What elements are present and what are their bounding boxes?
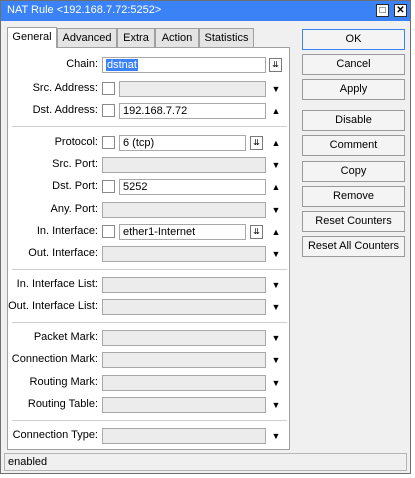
chain-field[interactable]: dstnat: [102, 57, 266, 73]
window-title: NAT Rule <192.168.7.72:5252>: [7, 4, 162, 16]
src-port-field[interactable]: [102, 157, 266, 173]
out-interface-label: Out. Interface:: [28, 247, 98, 259]
connection-mark-field[interactable]: [102, 352, 266, 368]
ok-button[interactable]: OK: [302, 29, 405, 50]
out-interface-list-expand-icon[interactable]: ▼: [271, 300, 281, 314]
status-bar: enabled: [4, 453, 407, 471]
any-port-label: Any. Port:: [50, 203, 98, 215]
remove-button[interactable]: Remove: [302, 186, 405, 207]
general-panel: Chain: dstnat ⇊ Src. Address: ▼ Dst. Add…: [7, 47, 290, 450]
apply-button[interactable]: Apply: [302, 79, 405, 100]
restore-icon[interactable]: □: [376, 4, 389, 17]
reset-all-counters-button[interactable]: Reset All Counters: [302, 236, 405, 257]
packet-mark-label: Packet Mark:: [33, 331, 98, 343]
connection-mark-label: Connection Mark:: [11, 353, 98, 365]
dst-address-label: Dst. Address:: [32, 104, 98, 116]
reset-counters-button[interactable]: Reset Counters: [302, 211, 405, 232]
src-address-label: Src. Address:: [32, 82, 98, 94]
chain-dropdown-icon[interactable]: ⇊: [269, 58, 282, 72]
in-interface-list-label: In. Interface List:: [16, 278, 98, 290]
tab-statistics[interactable]: Statistics: [199, 28, 254, 47]
connection-type-expand-icon[interactable]: ▼: [271, 429, 281, 443]
out-interface-list-label: Out. Interface List:: [8, 300, 98, 312]
chain-label: Chain:: [66, 58, 98, 70]
protocol-collapse-icon[interactable]: ▲: [271, 136, 281, 150]
connection-mark-expand-icon[interactable]: ▼: [271, 353, 281, 367]
protocol-label: Protocol:: [54, 136, 98, 148]
src-port-label: Src. Port:: [52, 158, 98, 170]
out-interface-list-field[interactable]: [102, 299, 266, 315]
in-interface-field[interactable]: ether1-Internet: [119, 224, 246, 240]
tab-extra[interactable]: Extra: [117, 28, 155, 47]
comment-button[interactable]: Comment: [302, 135, 405, 156]
divider: [12, 269, 287, 270]
src-address-negate-checkbox[interactable]: [102, 82, 115, 95]
routing-mark-label: Routing Mark:: [29, 376, 98, 388]
dst-port-label: Dst. Port:: [52, 180, 98, 192]
routing-mark-expand-icon[interactable]: ▼: [271, 376, 281, 390]
connection-type-field[interactable]: [102, 428, 266, 444]
title-bar[interactable]: NAT Rule <192.168.7.72:5252> □ ✕: [1, 1, 410, 21]
routing-mark-field[interactable]: [102, 375, 266, 391]
out-interface-expand-icon[interactable]: ▼: [271, 247, 281, 261]
divider: [12, 420, 287, 421]
in-interface-collapse-icon[interactable]: ▲: [271, 225, 281, 239]
tab-general[interactable]: General: [7, 27, 57, 48]
src-address-field[interactable]: [119, 81, 266, 97]
src-port-expand-icon[interactable]: ▼: [271, 158, 281, 172]
in-interface-dropdown-icon[interactable]: ⇊: [250, 225, 263, 239]
packet-mark-field[interactable]: [102, 330, 266, 346]
divider: [12, 322, 287, 323]
in-interface-negate-checkbox[interactable]: [102, 225, 115, 238]
disable-button[interactable]: Disable: [302, 110, 405, 131]
chain-value: dstnat: [106, 59, 138, 71]
dst-port-collapse-icon[interactable]: ▲: [271, 180, 281, 194]
routing-table-field[interactable]: [102, 397, 266, 413]
connection-type-label: Connection Type:: [12, 429, 98, 441]
out-interface-field[interactable]: [102, 246, 266, 262]
dst-port-negate-checkbox[interactable]: [102, 180, 115, 193]
copy-button[interactable]: Copy: [302, 161, 405, 182]
tab-advanced[interactable]: Advanced: [57, 28, 117, 47]
cancel-button[interactable]: Cancel: [302, 54, 405, 75]
in-interface-label: In. Interface:: [36, 225, 98, 237]
in-interface-list-expand-icon[interactable]: ▼: [271, 278, 281, 292]
any-port-field[interactable]: [102, 202, 266, 218]
close-icon[interactable]: ✕: [394, 4, 407, 17]
dst-port-field[interactable]: 5252: [119, 179, 266, 195]
divider: [12, 126, 287, 127]
routing-table-label: Routing Table:: [27, 398, 98, 410]
dst-address-collapse-icon[interactable]: ▲: [271, 104, 281, 118]
in-interface-list-field[interactable]: [102, 277, 266, 293]
any-port-expand-icon[interactable]: ▼: [271, 203, 281, 217]
nat-rule-dialog: NAT Rule <192.168.7.72:5252> □ ✕ General…: [0, 0, 411, 474]
dst-address-field[interactable]: 192.168.7.72: [119, 103, 266, 119]
protocol-dropdown-icon[interactable]: ⇊: [250, 136, 263, 150]
src-address-expand-icon[interactable]: ▼: [271, 82, 281, 96]
tab-action[interactable]: Action: [155, 28, 199, 47]
dst-address-negate-checkbox[interactable]: [102, 104, 115, 117]
packet-mark-expand-icon[interactable]: ▼: [271, 331, 281, 345]
routing-table-expand-icon[interactable]: ▼: [271, 398, 281, 412]
protocol-negate-checkbox[interactable]: [102, 136, 115, 149]
protocol-field[interactable]: 6 (tcp): [119, 135, 246, 151]
